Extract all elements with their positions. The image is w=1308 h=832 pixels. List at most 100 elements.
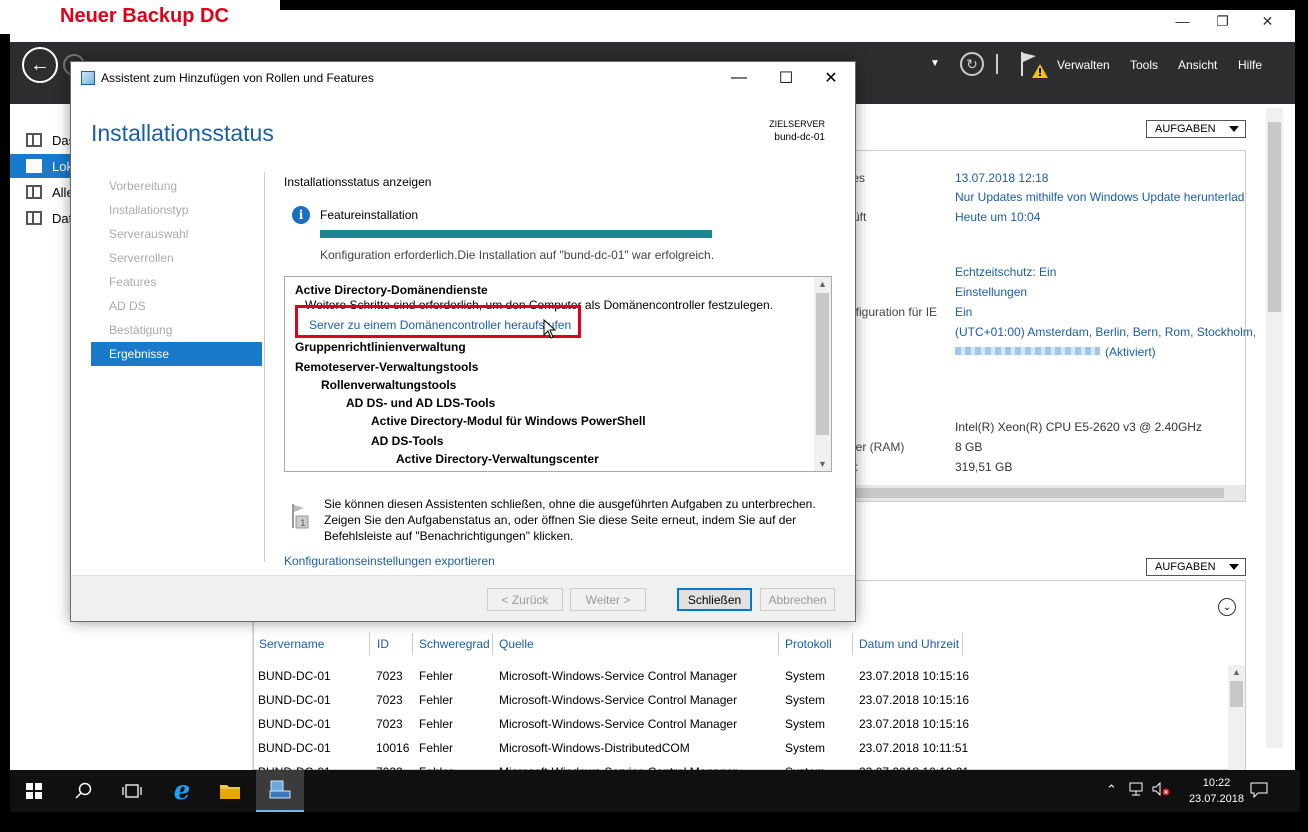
table-cell: System — [785, 693, 826, 707]
file-explorer-icon[interactable] — [206, 770, 254, 812]
column-divider — [369, 633, 370, 655]
prop-value[interactable]: Heute um 10:04 — [955, 210, 1040, 224]
column-header-protokoll[interactable]: Protokoll — [785, 637, 832, 651]
network-icon[interactable] — [1128, 782, 1144, 799]
table-cell: Microsoft-Windows-DistributedCOM — [499, 741, 690, 755]
target-server-value: bund-dc-01 — [774, 132, 825, 143]
table-cell: Microsoft-Windows-Service Control Manage… — [499, 669, 738, 683]
header-divider — [996, 54, 998, 74]
back-arrow-icon[interactable]: ← — [22, 47, 58, 83]
prop-value[interactable]: (UTC+01:00) Amsterdam, Berlin, Bern, Rom… — [955, 325, 1256, 339]
internet-explorer-icon[interactable]: e — [158, 770, 206, 812]
aufgaben-dropdown-events[interactable]: AUFGABEN — [1146, 558, 1246, 576]
table-cell: 23.07.2018 10:15:16 — [859, 693, 970, 707]
wizard-minimize-button[interactable]: — — [719, 67, 759, 89]
column-header-id[interactable]: ID — [377, 637, 389, 651]
info-note-text: Sie können diesen Assistenten schließen,… — [324, 497, 816, 543]
events-vscrollbar[interactable]: ▲ — [1228, 665, 1245, 770]
wizard-nav-item[interactable]: Bestätigung — [91, 318, 262, 342]
table-cell: Fehler — [419, 669, 454, 683]
refresh-icon[interactable]: ↻ — [960, 52, 984, 76]
close-wizard-button[interactable]: Schließen — [677, 588, 752, 611]
table-cell: 10016 — [376, 741, 410, 755]
column-header-quelle[interactable]: Quelle — [499, 637, 534, 651]
close-button[interactable]: ✕ — [1245, 10, 1290, 32]
prop-value[interactable]: (Aktiviert) — [1105, 345, 1156, 359]
column-header-datum[interactable]: Datum und Uhrzeit — [859, 637, 959, 651]
prop-label: nfiguration für IE — [849, 305, 938, 319]
export-config-link[interactable]: Konfigurationseinstellungen exportieren — [284, 554, 495, 568]
column-divider — [492, 633, 493, 655]
notification-flag-icon[interactable] — [1018, 50, 1048, 80]
feature-installation-label: Featureinstallation — [320, 208, 419, 222]
table-cell: 7023 — [376, 669, 403, 683]
info-icon: i — [292, 206, 310, 224]
table-cell: System — [785, 741, 826, 755]
windows-start-icon[interactable] — [10, 770, 58, 812]
table-cell: System — [785, 669, 826, 683]
menu-hilfe[interactable]: Hilfe — [1238, 58, 1262, 72]
prop-value: 319,51 GB — [955, 460, 1013, 474]
collapse-icon[interactable]: ⌄ — [1218, 598, 1236, 616]
column-divider — [852, 633, 853, 655]
minimize-button[interactable]: — — [1160, 10, 1205, 32]
menu-verwalten[interactable]: Verwalten — [1057, 58, 1110, 72]
prop-value[interactable]: 13.07.2018 12:18 — [955, 171, 1048, 185]
back-button[interactable]: < Zurück — [487, 588, 563, 611]
prop-value[interactable]: Echtzeitschutz: Ein — [955, 265, 1056, 279]
menu-ansicht[interactable]: Ansicht — [1178, 58, 1217, 72]
wizard-nav-item[interactable]: Installationstyp — [91, 198, 262, 222]
table-cell: 23.07.2018 10:15:16 — [859, 669, 970, 683]
task-view-icon[interactable] — [108, 770, 156, 812]
aufgaben-dropdown-properties[interactable]: AUFGABEN — [1146, 120, 1246, 138]
column-divider — [412, 633, 413, 655]
maximize-button[interactable]: ❐ — [1200, 10, 1245, 32]
search-icon[interactable] — [60, 770, 108, 812]
page-title: Installationsstatus — [91, 120, 274, 146]
clock-time: 10:22 — [1202, 777, 1231, 789]
column-header-schweregrad[interactable]: Schweregrad — [419, 637, 490, 651]
progress-bar — [320, 230, 712, 238]
table-cell: BUND-DC-01 — [258, 693, 331, 707]
wizard-footer: < Zurück Weiter > Schließen Abbrechen — [71, 575, 855, 621]
action-center-icon[interactable] — [1250, 782, 1268, 801]
prop-value[interactable]: Ein — [955, 305, 972, 319]
server-icon — [26, 159, 42, 173]
wizard-nav-item[interactable]: Features — [91, 270, 262, 294]
tray-overflow-icon[interactable]: ⌃ — [1106, 782, 1117, 798]
prop-value[interactable]: Einstellungen — [955, 285, 1027, 299]
column-divider — [962, 633, 963, 655]
wizard-nav: Vorbereitung Installationstyp Serverauswah… — [91, 174, 262, 366]
column-header-servername[interactable]: Servername — [259, 637, 324, 651]
dashboard-icon — [26, 133, 42, 147]
results-vscrollbar[interactable]: ▲ ▼ — [814, 277, 831, 471]
prop-label: her (RAM) — [849, 440, 905, 454]
wizard-close-button[interactable]: ✕ — [811, 67, 851, 89]
wizard-maximize-button[interactable]: ☐ — [766, 67, 806, 89]
wizard-nav-item[interactable]: Serverrollen — [91, 246, 262, 270]
result-item: Active Directory-Domänendienste — [295, 283, 488, 297]
cancel-button[interactable]: Abbrechen — [760, 588, 835, 611]
result-item: Remoteserver-Verwaltungstools — [295, 360, 479, 374]
wizard-app-icon — [81, 71, 95, 85]
taskbar-clock[interactable]: 10:22 23.07.2018 — [1189, 775, 1244, 807]
wizard-nav-item[interactable]: AD DS — [91, 294, 262, 318]
table-cell: Fehler — [419, 717, 454, 731]
volume-muted-icon[interactable] — [1152, 781, 1170, 799]
annotation-label-text: Neuer Backup DC — [60, 5, 229, 27]
wizard-nav-item[interactable]: Vorbereitung — [91, 174, 262, 198]
column-divider — [778, 633, 779, 655]
wizard-nav-item[interactable]: Ergebnisse — [91, 342, 262, 366]
results-list: Active Directory-Domänendienste Weitere S… — [284, 276, 832, 472]
server-manager-taskbar-icon[interactable] — [256, 770, 304, 812]
menu-tools[interactable]: Tools — [1130, 58, 1158, 72]
table-cell: BUND-DC-01 — [258, 669, 331, 683]
prop-value[interactable]: Nur Updates mithilfe von Windows Update … — [955, 190, 1244, 204]
dropdown-arrow-icon[interactable]: ▼ — [930, 58, 940, 69]
wizard-nav-item[interactable]: Serverauswahl — [91, 222, 262, 246]
installation-status-text: Konfiguration erforderlich.Die Installat… — [320, 248, 715, 262]
redacted-product-key — [955, 347, 1100, 355]
main-vscrollbar[interactable] — [1266, 108, 1283, 748]
next-button[interactable]: Weiter > — [570, 588, 646, 611]
wizard-titlebar[interactable]: Assistent zum Hinzufügen von Rollen und … — [71, 62, 855, 94]
